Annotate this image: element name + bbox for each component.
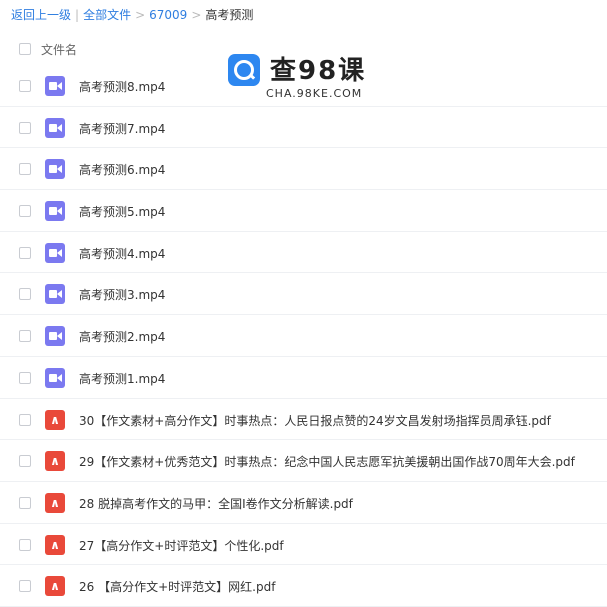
file-checkbox[interactable] [19, 163, 31, 176]
video-file-icon [45, 242, 65, 263]
file-name[interactable]: 30【作文素材+高分作文】时事热点：人民日报点赞的24岁文昌发射场指挥员周承钰.… [79, 412, 551, 429]
file-checkbox[interactable] [19, 455, 31, 468]
video-file-icon [45, 201, 65, 222]
breadcrumb-arrow: > [135, 8, 146, 22]
file-checkbox[interactable] [19, 80, 31, 92]
file-row[interactable]: 高考预测8.mp4 [0, 65, 607, 107]
file-name[interactable]: 27【高分作文+时评范文】个性化.pdf [79, 537, 284, 554]
file-name[interactable]: 高考预测1.mp4 [79, 370, 165, 387]
file-row[interactable]: 高考预测6.mp4 [0, 148, 607, 191]
file-name[interactable]: 高考预测8.mp4 [79, 78, 165, 95]
file-checkbox[interactable] [19, 538, 31, 551]
select-all-checkbox[interactable] [19, 43, 31, 55]
file-checkbox[interactable] [19, 288, 31, 301]
file-name[interactable]: 26 【高分作文+时评范文】网红.pdf [79, 578, 275, 595]
pdf-file-icon: ∧ [45, 492, 65, 513]
file-row[interactable]: 高考预测2.mp4 [0, 315, 607, 357]
video-file-icon [45, 159, 65, 180]
file-checkbox[interactable] [19, 496, 31, 509]
file-row[interactable]: 高考预测5.mp4 [0, 190, 607, 232]
filename-column-header[interactable]: 文件名 [41, 41, 77, 58]
pdf-file-icon: ∧ [45, 576, 65, 597]
file-row[interactable]: 高考预测7.mp4 [0, 107, 607, 149]
current-folder: 高考预测 [205, 8, 254, 22]
file-row[interactable]: ∧ 29【作文素材+优秀范文】时事热点：纪念中国人民志愿军抗美援朝出国作战70周年… [0, 440, 607, 482]
video-file-icon [45, 76, 65, 96]
file-checkbox[interactable] [19, 413, 31, 426]
file-list: 高考预测8.mp4 高考预测7.mp4 高考预测6.mp4 高考预测5.mp4 高考预测… [0, 65, 607, 607]
file-name[interactable]: 高考预测4.mp4 [79, 245, 165, 262]
video-file-icon [45, 284, 65, 305]
file-name[interactable]: 高考预测5.mp4 [79, 203, 165, 220]
video-file-icon [45, 367, 65, 388]
file-row[interactable]: 高考预测3.mp4 [0, 273, 607, 316]
file-name[interactable]: 高考预测6.mp4 [79, 161, 165, 178]
video-file-icon [45, 326, 65, 347]
breadcrumb: 返回上一级 | 全部文件 >67009 > 高考预测 [11, 6, 253, 23]
file-row[interactable]: 高考预测1.mp4 [0, 357, 607, 399]
file-name[interactable]: 高考预测3.mp4 [79, 286, 165, 303]
file-checkbox[interactable] [19, 580, 31, 593]
folder-link[interactable]: 67009 [149, 8, 187, 22]
file-row[interactable]: 高考预测4.mp4 [0, 232, 607, 274]
breadcrumb-arrow: > [191, 8, 202, 22]
file-row[interactable]: ∧ 30【作文素材+高分作文】时事热点：人民日报点赞的24岁文昌发射场指挥员周承钰… [0, 399, 607, 441]
file-checkbox[interactable] [19, 246, 31, 259]
file-checkbox[interactable] [19, 330, 31, 343]
file-name[interactable]: 高考预测7.mp4 [79, 120, 165, 137]
file-name[interactable]: 28 脱掉高考作文的马甲：全国I卷作文分析解读.pdf [79, 495, 353, 512]
back-link[interactable]: 返回上一级 [11, 8, 71, 22]
pdf-file-icon: ∧ [45, 409, 65, 430]
file-name[interactable]: 29【作文素材+优秀范文】时事热点：纪念中国人民志愿军抗美援朝出国作战70周年大… [79, 453, 575, 470]
file-checkbox[interactable] [19, 205, 31, 218]
pdf-file-icon: ∧ [45, 534, 65, 555]
file-row[interactable]: ∧ 27【高分作文+时评范文】个性化.pdf [0, 524, 607, 566]
file-row[interactable]: ∧ 26 【高分作文+时评范文】网红.pdf [0, 565, 607, 607]
pdf-file-icon: ∧ [45, 451, 65, 472]
all-files-link[interactable]: 全部文件 [83, 8, 131, 22]
file-checkbox[interactable] [19, 121, 31, 134]
video-file-icon [45, 117, 65, 138]
file-row[interactable]: ∧ 28 脱掉高考作文的马甲：全国I卷作文分析解读.pdf [0, 482, 607, 524]
file-checkbox[interactable] [19, 371, 31, 384]
breadcrumb-separator: | [75, 8, 80, 22]
file-name[interactable]: 高考预测2.mp4 [79, 328, 165, 345]
